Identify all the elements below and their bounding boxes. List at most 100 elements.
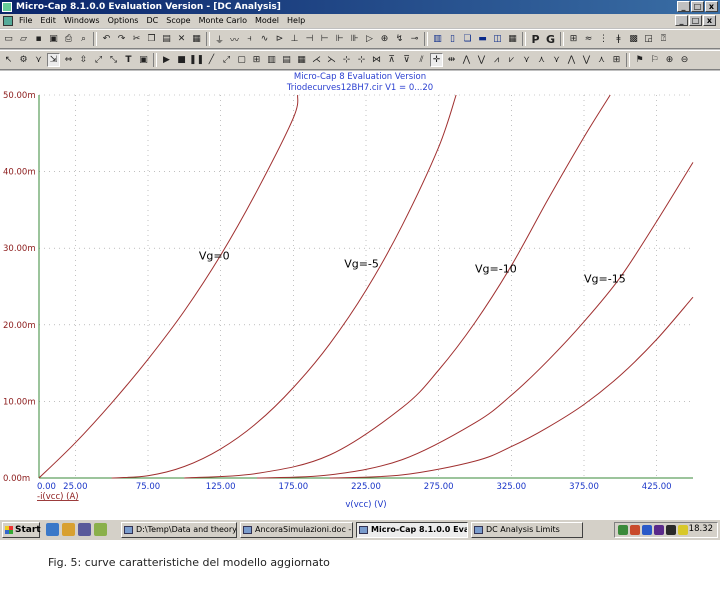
open-folder-icon[interactable]: ▱ [17, 32, 30, 46]
parts-list-icon[interactable]: ⋮ [597, 32, 610, 46]
capacitor-component-icon[interactable]: ⫞ [243, 32, 256, 46]
volume-icon[interactable] [666, 525, 676, 535]
ground-component-icon[interactable]: ⏚ [213, 32, 226, 46]
clear-icon[interactable]: ▦ [190, 32, 203, 46]
properties-button[interactable]: P [529, 32, 542, 46]
table-icon[interactable]: ▤ [280, 53, 293, 67]
menu-edit[interactable]: Edit [40, 14, 56, 28]
paste-icon[interactable]: ▤ [160, 32, 173, 46]
child-minimize-button[interactable]: _ [675, 15, 688, 26]
rectangle-tool-icon[interactable]: ▢ [235, 53, 248, 67]
horizontal-tag-icon[interactable]: ⚐ [648, 53, 661, 67]
pause-icon[interactable]: ❚❚ [189, 53, 204, 67]
cascade-icon[interactable]: ❏ [461, 32, 474, 46]
low-icon[interactable]: ⋎ [550, 53, 563, 67]
bluetooth-icon[interactable] [642, 525, 652, 535]
component-mode-icon[interactable]: ⚙ [17, 53, 30, 67]
tile-horizontal-icon[interactable]: ▬ [476, 32, 489, 46]
zoom-in-icon[interactable]: ⊕ [663, 53, 676, 67]
network-icon[interactable] [618, 525, 628, 535]
menu-model[interactable]: Model [255, 14, 279, 28]
print-preview-icon[interactable]: ⌕ [77, 32, 90, 46]
info-mode-icon[interactable]: ⇳ [77, 53, 90, 67]
minimize-button[interactable]: _ [677, 1, 690, 12]
clock[interactable]: 18.32 [689, 524, 713, 534]
child-close-button[interactable]: x [703, 15, 716, 26]
cursor-peak-icon[interactable]: ⋌ [310, 53, 323, 67]
crosshair-cursor-icon[interactable]: ✛ [430, 53, 443, 67]
cursor-high-icon[interactable]: ⊹ [340, 53, 353, 67]
start-button[interactable]: Start [2, 522, 41, 538]
window-split-icon[interactable]: ◫ [491, 32, 504, 46]
mosfet-component-icon[interactable]: ⊩ [333, 32, 346, 46]
diode-component-icon[interactable]: ⊳ [273, 32, 286, 46]
run-icon[interactable]: ▶ [160, 53, 173, 67]
copy-icon[interactable]: ❐ [145, 32, 158, 46]
select-arrow-icon[interactable]: ↖ [2, 53, 15, 67]
zoom-out-icon[interactable]: ⊖ [678, 53, 691, 67]
cursor-valley-icon[interactable]: ⋋ [325, 53, 338, 67]
title-bar[interactable]: Micro-Cap 8.1.0.0 Evaluation Version - [… [0, 0, 720, 14]
plot-props-icon[interactable]: ▦ [295, 53, 308, 67]
task-explorer[interactable]: D:\Temp\Data and theory.... [121, 522, 237, 538]
browser-icon[interactable] [46, 523, 59, 536]
slope-icon[interactable]: ⋎ [520, 53, 533, 67]
antivirus-icon[interactable] [630, 525, 640, 535]
cursor-slope-icon[interactable]: ⫽ [415, 53, 428, 67]
info-icon[interactable]: ǂ [612, 32, 625, 46]
maximize-button[interactable]: □ [691, 1, 704, 12]
opamp-component-icon[interactable]: ▷ [363, 32, 376, 46]
zoom-fit-icon[interactable]: ◲ [642, 32, 655, 46]
cursor-global-high-icon[interactable]: ⊼ [385, 53, 398, 67]
menu-options[interactable]: Options [108, 14, 139, 28]
battery-component-icon[interactable]: ⊥ [288, 32, 301, 46]
window-layout-icon[interactable]: ▥ [431, 32, 444, 46]
help-icon[interactable]: ⍰ [657, 32, 670, 46]
global-settings-button[interactable]: G [544, 32, 557, 46]
valley-icon[interactable]: ⋁ [475, 53, 488, 67]
pointer-mode-icon[interactable]: ⇲ [47, 53, 60, 67]
menu-windows[interactable]: Windows [64, 14, 100, 28]
desktop-icon[interactable] [94, 523, 107, 536]
media-icon[interactable] [78, 523, 91, 536]
task-microcap[interactable]: Micro-Cap 8.1.0.0 Eval... [356, 522, 468, 538]
fall-icon[interactable]: ⩗ [505, 53, 518, 67]
dc-analysis-chart[interactable]: 0.00m10.00m20.00m30.00m40.00m50.00m0.00 2… [0, 71, 720, 519]
calculator-icon[interactable]: ▦ [506, 32, 519, 46]
rise-icon[interactable]: ⩘ [490, 53, 503, 67]
app-icon[interactable] [2, 2, 12, 12]
app-tray-icon[interactable] [654, 525, 664, 535]
grid-settings-icon[interactable]: ▩ [627, 32, 640, 46]
component-library-icon[interactable]: ⊞ [567, 32, 580, 46]
go-icon[interactable]: ⋏ [595, 53, 608, 67]
transistor-npn-icon[interactable]: ⊣ [303, 32, 316, 46]
link-mode-icon[interactable]: ⤡ [107, 53, 120, 67]
undo-icon[interactable]: ↶ [100, 32, 113, 46]
grid-tool-icon[interactable]: ⊞ [250, 53, 263, 67]
switch-component-icon[interactable]: ⊸ [408, 32, 421, 46]
min-icon[interactable]: ⋁ [580, 53, 593, 67]
diagonal-tool-icon[interactable]: ⤢ [220, 53, 233, 67]
pan-mode-icon[interactable]: ⇔ [62, 53, 75, 67]
tag-tool-icon[interactable]: ⚑ [633, 53, 646, 67]
help-mode-icon[interactable]: ⤢ [92, 53, 105, 67]
menu-help[interactable]: Help [287, 14, 305, 28]
line-tool-icon[interactable]: ╱ [205, 53, 218, 67]
transistor-pnp-icon[interactable]: ⊢ [318, 32, 331, 46]
close-button[interactable]: x [705, 1, 718, 12]
max-icon[interactable]: ⋀ [565, 53, 578, 67]
task-dc-analysis-limits[interactable]: DC Analysis Limits [471, 522, 583, 538]
delete-icon[interactable]: ✕ [175, 32, 188, 46]
stop-icon[interactable]: ■ [175, 53, 188, 67]
menu-monte-carlo[interactable]: Monte Carlo [199, 14, 247, 28]
point-tag-icon[interactable]: ▣ [137, 53, 150, 67]
mail-icon[interactable] [62, 523, 75, 536]
task-word-document[interactable]: AncoraSimulazioni.doc - M... [240, 522, 353, 538]
point-icon[interactable]: ⊞ [610, 53, 623, 67]
document-icon[interactable] [3, 16, 13, 26]
resistor-component-icon[interactable]: 〰 [228, 32, 241, 46]
cursor-low-icon[interactable]: ⊹ [355, 53, 368, 67]
cursor-left-icon[interactable]: ⇹ [445, 53, 458, 67]
plot-area[interactable]: 0.00m 10.00m 20.00m 30.00m 40.00m 50.00m 0.00 2… [0, 71, 720, 519]
save-icon[interactable]: ▪ [32, 32, 45, 46]
